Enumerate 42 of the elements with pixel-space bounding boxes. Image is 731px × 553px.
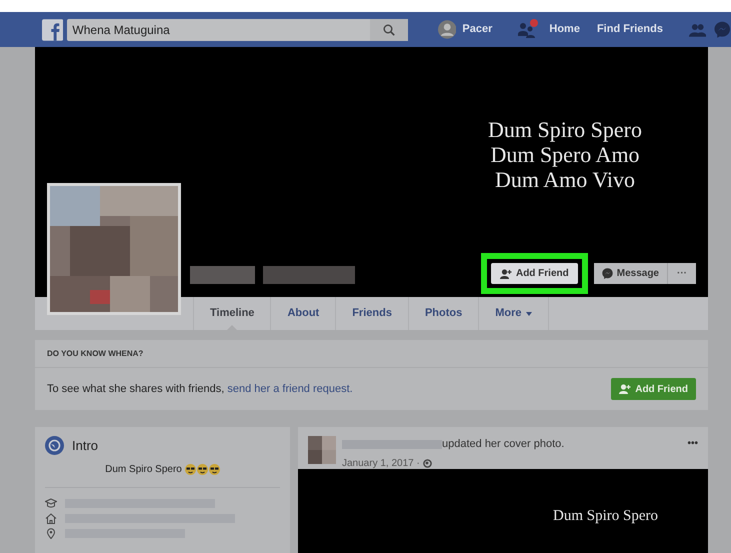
bio-text: Dum Spiro Spero: [105, 462, 182, 476]
add-friend-button[interactable]: Add Friend: [490, 263, 578, 284]
card-heading: DO YOU KNOW WHENA?: [46, 348, 144, 360]
friend-request-link[interactable]: send her a friend request.: [227, 382, 353, 395]
facebook-logo-icon[interactable]: [42, 18, 64, 40]
intro-title: Intro: [72, 437, 98, 455]
search-field[interactable]: Whena Matuguina: [67, 18, 408, 40]
sunglasses-face-icon: [196, 464, 208, 474]
graduation-cap-icon: [45, 498, 57, 508]
profile-tab[interactable]: More: [478, 297, 548, 330]
add-friend-button[interactable]: Add Friend: [611, 378, 696, 400]
message-button[interactable]: Message: [594, 263, 668, 284]
location-pin-icon: [45, 528, 57, 538]
post-date[interactable]: January 1, 2017 ·: [342, 456, 420, 470]
avatar-icon[interactable]: [438, 20, 456, 39]
profile-tab[interactable]: Timeline: [193, 297, 270, 330]
profile-tab[interactable]: Photos: [408, 297, 478, 330]
add-person-icon: [500, 268, 512, 278]
sunglasses-face-icon: [184, 464, 196, 474]
post-action-text: updated her cover photo.: [442, 437, 564, 452]
house-icon: [45, 512, 57, 524]
search-icon[interactable]: [382, 24, 395, 36]
quote-line: Dum Amo Vivo: [494, 167, 636, 192]
nav-link[interactable]: Find Friends: [596, 21, 663, 38]
quote-line: Dum Spiro Spero: [553, 507, 658, 526]
friend-request-text: To see what she shares with friends, send her a friend request.: [47, 382, 353, 397]
nav-link[interactable]: Home: [549, 21, 580, 38]
profile-tab[interactable]: Friends: [335, 297, 408, 330]
globe-icon: [422, 458, 432, 468]
quote-line: Dum Spiro Spero: [488, 117, 642, 142]
globe-icon: [45, 436, 64, 456]
messenger-icon: [602, 268, 613, 279]
more-options-button[interactable]: ···: [668, 263, 696, 284]
messenger-icon[interactable]: [714, 21, 731, 38]
friend-requests-icon[interactable]: [518, 22, 536, 38]
quote-line: Dum Spero Amo: [490, 142, 640, 167]
profile-tab[interactable]: About: [270, 297, 336, 330]
friends-icon[interactable]: [688, 22, 706, 36]
profile-name-link[interactable]: Pacer: [462, 21, 492, 38]
add-person-icon: [619, 384, 632, 394]
sunglasses-face-icon: [208, 464, 220, 474]
post-menu-button[interactable]: •••: [687, 436, 698, 451]
